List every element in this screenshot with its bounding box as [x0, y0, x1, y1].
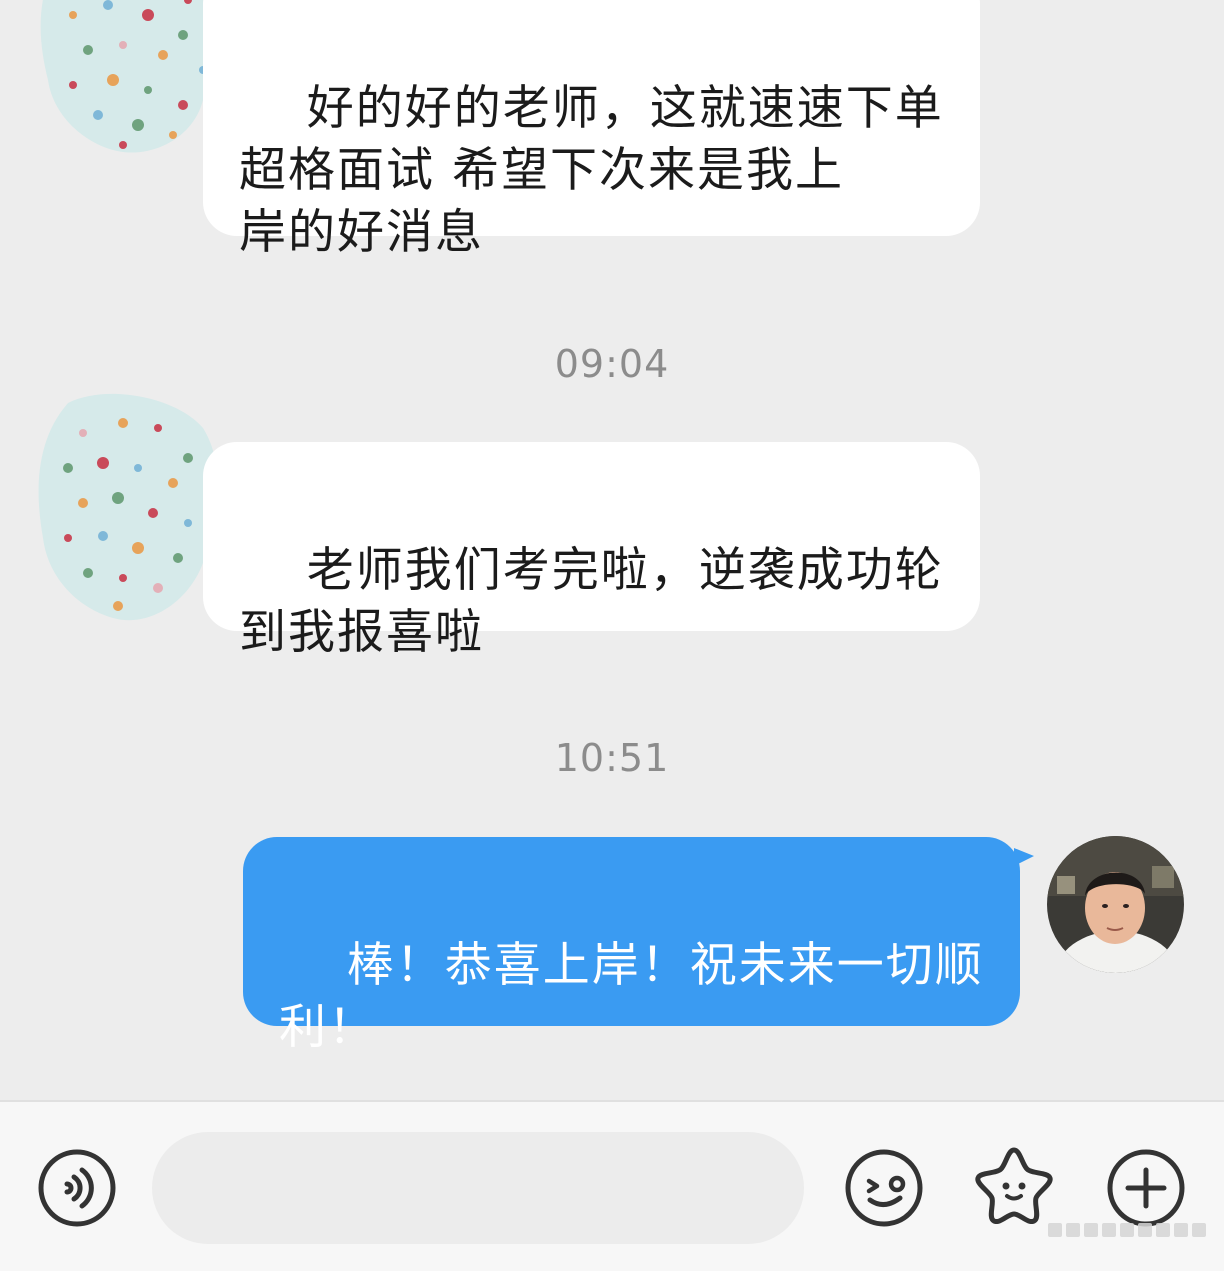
- message-input[interactable]: [152, 1132, 804, 1244]
- message-timestamp: 09:04: [554, 342, 670, 386]
- message-text: 老师我们考完啦，逆袭成功轮 到我报喜啦: [239, 543, 944, 660]
- contact-avatar-icon[interactable]: [28, 0, 218, 170]
- bubble-tail-icon: [1014, 848, 1034, 866]
- contact-avatar-icon[interactable]: [28, 388, 218, 628]
- outgoing-message-bubble[interactable]: 棒！恭喜上岸！祝未来一切顺 利！: [243, 837, 1020, 1055]
- message-text: 棒！恭喜上岸！祝未来一切顺 利！: [279, 938, 984, 1055]
- message-timestamp: 10:51: [554, 736, 670, 780]
- avatar-photo-icon: [1047, 836, 1184, 973]
- watermark-logo-icon: [1048, 1223, 1206, 1237]
- voice-icon[interactable]: [37, 1148, 117, 1228]
- incoming-message-bubble[interactable]: 好的好的老师，这就速速下单 超格面试 希望下次来是我上 岸的好消息: [203, 0, 980, 260]
- chat-history[interactable]: 好的好的老师，这就速速下单 超格面试 希望下次来是我上 岸的好消息 09:04 …: [0, 0, 1224, 1100]
- incoming-message-bubble[interactable]: 老师我们考完啦，逆袭成功轮 到我报喜啦: [203, 442, 980, 660]
- message-text: 好的好的老师，这就速速下单 超格面试 希望下次来是我上 岸的好消息: [239, 81, 944, 260]
- my-avatar[interactable]: [1047, 836, 1184, 973]
